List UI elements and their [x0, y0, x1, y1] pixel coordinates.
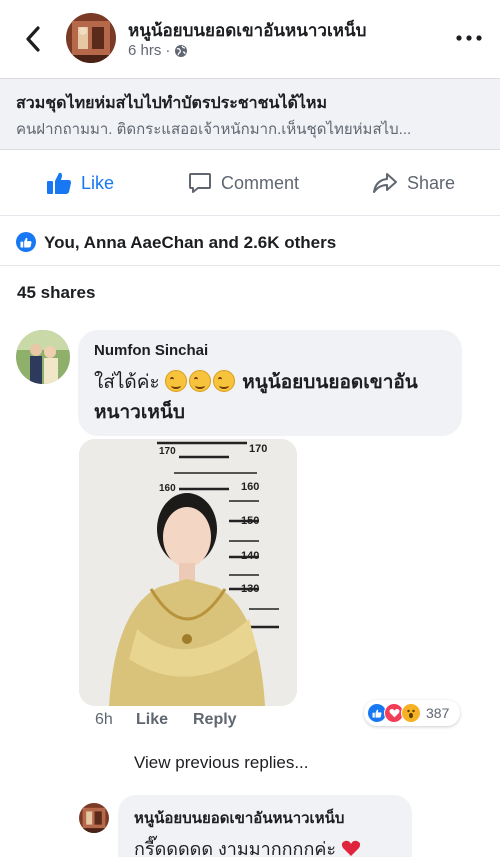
- thumbs-up-icon: [47, 172, 71, 194]
- reply-text: กรี๊ดดดดด งามมากกกกค่ะ: [134, 834, 361, 857]
- post-time: 6 hrs: [128, 42, 162, 59]
- commenter-avatar[interactable]: [16, 330, 70, 384]
- comment-reactions-pill[interactable]: 387: [364, 700, 460, 726]
- smiley-emoji-icon: [188, 370, 211, 392]
- comment-label: Comment: [221, 172, 300, 193]
- wow-reaction-icon: [401, 703, 421, 723]
- smiley-emoji-icon: [212, 370, 235, 392]
- reply-bubble: หนูน้อยบนยอดเขาอันหนาวเหน็บ กรี๊ดดดดด งา…: [118, 795, 412, 857]
- comment-button[interactable]: Comment: [188, 164, 299, 202]
- post-action-bar: Like Comment Share: [0, 150, 500, 216]
- comment-icon: [189, 173, 211, 193]
- share-button[interactable]: Share: [372, 164, 455, 202]
- height-label-160-left: 160: [159, 483, 176, 494]
- comment-time: 6h: [95, 711, 113, 728]
- meta-separator: ·: [165, 42, 171, 59]
- smiley-emoji-icon: [164, 370, 187, 392]
- reply-author-name[interactable]: หนูน้อยบนยอดเขาอันหนาวเหน็บ: [134, 806, 344, 830]
- comment-like-button[interactable]: Like: [136, 711, 168, 729]
- height-label-170-right: 170: [249, 443, 268, 455]
- back-button[interactable]: [20, 24, 46, 54]
- more-dots-icon: [456, 35, 482, 41]
- comment-bubble: Numfon Sinchai ใส่ได้ค่ะ หนูน้อยบนยอดเขา…: [78, 330, 462, 436]
- like-button[interactable]: Like: [46, 164, 114, 202]
- link-preview-description: คนฝากถามมา. ติดกระแสออเจ้าหนักมาก.เห็นชุ…: [16, 121, 412, 138]
- comment-text-body: ใส่ได้ค่ะ: [94, 372, 160, 393]
- comment-photo[interactable]: 170 170 160 160 150 140 130: [79, 439, 297, 706]
- height-label-150: 150: [241, 515, 260, 527]
- share-icon: [373, 173, 397, 193]
- reactions-text: You, Anna AaeChan and 2.6K others: [44, 233, 337, 252]
- commenter-name[interactable]: Numfon Sinchai: [94, 342, 208, 359]
- reply-author-avatar[interactable]: [79, 803, 109, 833]
- link-preview-title: สวมชุดไทยห่มสไบไปทำบัตรประชาชนได้ไหม: [16, 95, 328, 112]
- comment-reaction-count: 387: [426, 705, 450, 721]
- reactions-summary[interactable]: You, Anna AaeChan and 2.6K others: [0, 216, 500, 266]
- height-label-130: 130: [241, 583, 260, 595]
- height-label-170-left: 170: [159, 446, 176, 457]
- more-options-button[interactable]: [452, 25, 486, 51]
- globe-icon: [175, 44, 188, 57]
- shares-count[interactable]: 45 shares: [17, 283, 95, 303]
- height-label-160-right: 160: [241, 481, 260, 493]
- link-preview[interactable]: สวมชุดไทยห่มสไบไปทำบัตรประชาชนได้ไหม คนฝ…: [0, 78, 500, 150]
- post-meta: 6 hrs ·: [128, 42, 188, 59]
- comment-reply-button[interactable]: Reply: [193, 711, 237, 729]
- page-name[interactable]: หนูน้อยบนยอดเขาอันหนาวเหน็บ: [128, 17, 366, 44]
- comment-text: ใส่ได้ค่ะ หนูน้อยบนยอดเขาอันหนาวเหน็บ: [94, 368, 452, 428]
- red-heart-icon: [341, 840, 361, 856]
- reply-text-body: กรี๊ดดดดด งามมากกกกค่ะ: [134, 839, 337, 857]
- like-reaction-icon: [16, 232, 36, 252]
- post-header: หนูน้อยบนยอดเขาอันหนาวเหน็บ 6 hrs ·: [0, 0, 500, 78]
- page-avatar[interactable]: [66, 13, 116, 63]
- view-previous-replies-link[interactable]: View previous replies...: [134, 753, 309, 773]
- chevron-left-icon: [26, 26, 40, 52]
- height-label-140: 140: [241, 550, 260, 562]
- share-label: Share: [407, 172, 456, 193]
- like-label: Like: [81, 172, 115, 193]
